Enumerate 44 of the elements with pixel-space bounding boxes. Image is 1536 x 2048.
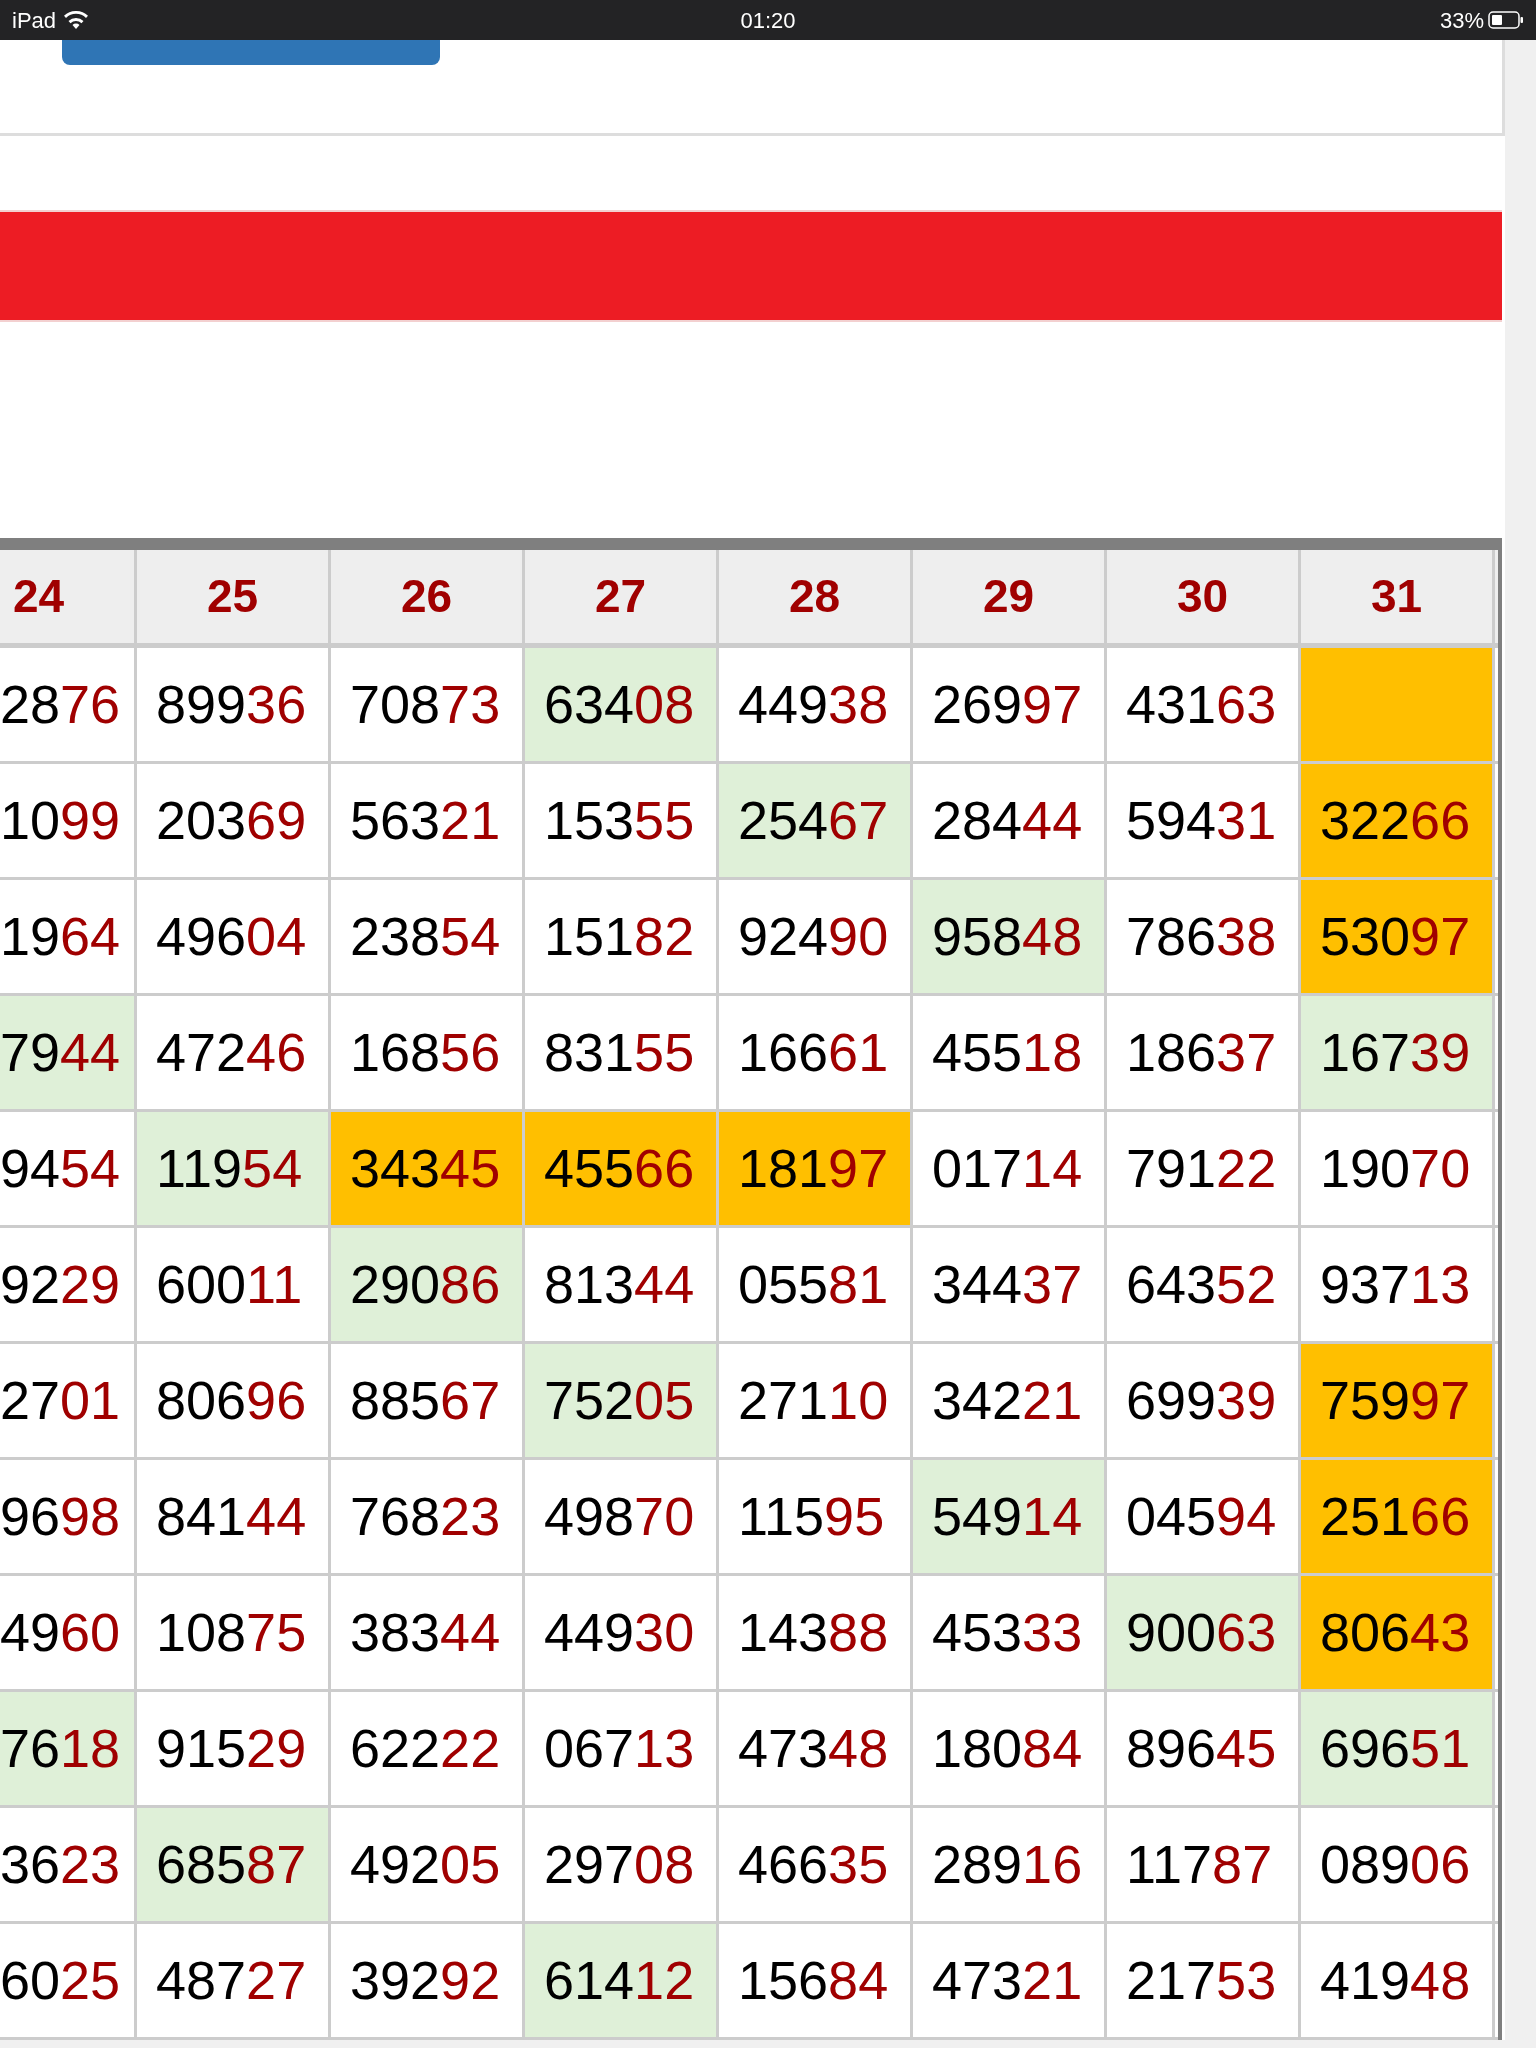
table-cell: 16739	[1301, 996, 1495, 1109]
table-cell: 11954	[137, 1112, 331, 1225]
device-name: iPad	[12, 6, 57, 35]
table-cell: 4960	[0, 1576, 137, 1689]
table-cell: 54914	[913, 1460, 1107, 1573]
table-cell: 53097	[1301, 880, 1495, 993]
column-header: 25	[137, 550, 331, 643]
action-button[interactable]	[62, 40, 440, 65]
table-cell: 95848	[913, 880, 1107, 993]
battery-percent: 33%	[1439, 6, 1484, 35]
table-cell: 61412	[525, 1924, 719, 2037]
table-cell: 7944	[0, 996, 137, 1109]
clock-time: 01:20	[740, 6, 796, 35]
table-cell: 9454	[0, 1112, 137, 1225]
table-cell: 80643	[1301, 1576, 1495, 1689]
column-header: 31	[1301, 550, 1495, 643]
table-cell: 90063	[1107, 1576, 1301, 1689]
table-cell: 9229	[0, 1228, 137, 1341]
table-cell: 75205	[525, 1344, 719, 1457]
table-cell: 18197	[719, 1112, 913, 1225]
table-cell: 7618	[0, 1692, 137, 1805]
column-header: 26	[331, 550, 525, 643]
table-cell: 68587	[137, 1808, 331, 1921]
table-cell: 29086	[331, 1228, 525, 1341]
table-cell: 32266	[1301, 764, 1495, 877]
table-cell: 25166	[1301, 1460, 1495, 1573]
table-cell: 2701	[0, 1344, 137, 1457]
table-cell: 3623	[0, 1808, 137, 1921]
table-cell: 75997	[1301, 1344, 1495, 1457]
column-header: 28	[719, 550, 913, 643]
battery-icon	[1488, 11, 1524, 29]
wifi-icon	[64, 11, 89, 29]
column-header: 24	[0, 550, 137, 643]
table-cell: 69651	[1301, 1692, 1495, 1805]
table-cell: 63408	[525, 648, 719, 761]
table-cell: 25467	[719, 764, 913, 877]
table-cell: 9698	[0, 1460, 137, 1573]
table-cell: 2876	[0, 648, 137, 761]
table-cell: 6025	[0, 1924, 137, 2037]
table-cell: 34345	[331, 1112, 525, 1225]
column-header: 30	[1107, 550, 1301, 643]
column-header: 27	[525, 550, 719, 643]
table-cell: 45566	[525, 1112, 719, 1225]
column-header: 29	[913, 550, 1107, 643]
